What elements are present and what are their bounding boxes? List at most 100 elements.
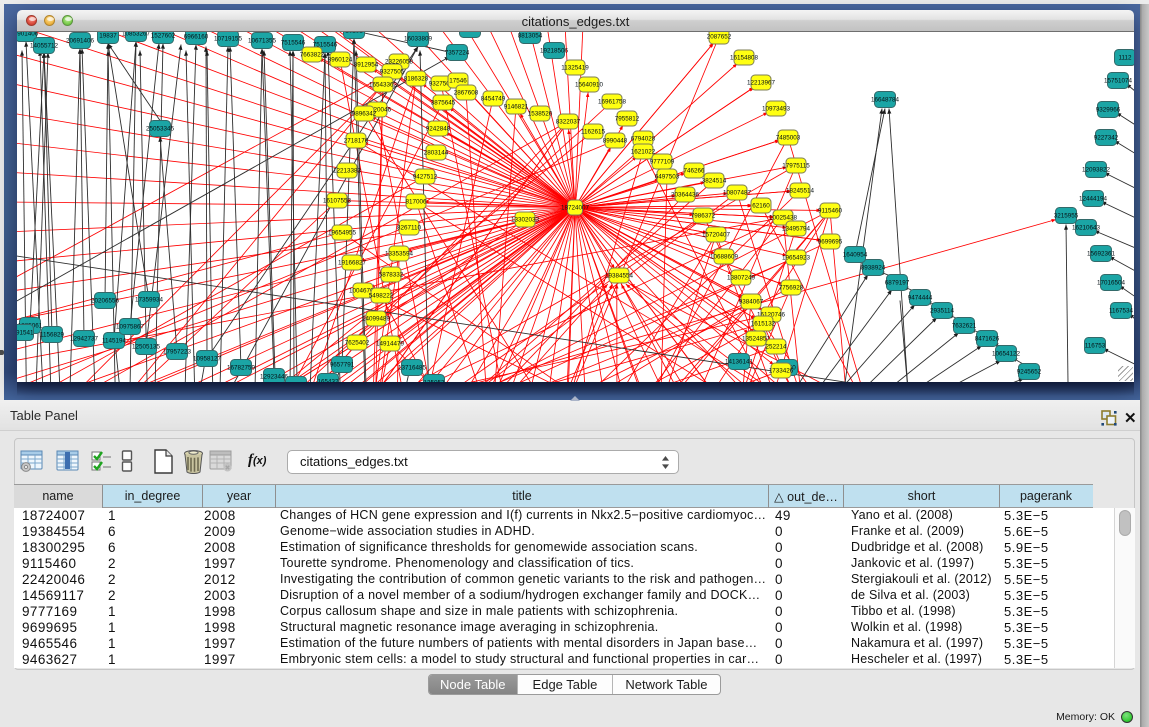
svg-text:8454749: 8454749 <box>481 96 506 103</box>
svg-text:10807487: 10807487 <box>723 190 752 197</box>
svg-text:3215955: 3215955 <box>1054 213 1079 220</box>
svg-text:14055712: 14055712 <box>30 43 59 50</box>
svg-text:7485003: 7485003 <box>776 135 801 142</box>
svg-text:19654955: 19654955 <box>328 230 357 237</box>
svg-text:12444194: 12444194 <box>1079 196 1108 203</box>
svg-text:1901406: 1901406 <box>17 32 39 38</box>
svg-text:8912954: 8912954 <box>354 62 379 69</box>
svg-text:12942737: 12942737 <box>70 336 99 343</box>
svg-text:16961758: 16961758 <box>598 99 627 106</box>
svg-text:8990448: 8990448 <box>603 138 628 145</box>
svg-text:165432: 165432 <box>317 379 339 383</box>
svg-text:16107553: 16107553 <box>323 198 352 205</box>
svg-text:9327505: 9327505 <box>380 69 405 76</box>
svg-text:252214: 252214 <box>765 344 787 351</box>
svg-text:7955812: 7955812 <box>615 116 640 123</box>
svg-text:7663822: 7663822 <box>300 52 325 59</box>
svg-text:10671355: 10671355 <box>248 38 277 45</box>
svg-text:15692361: 15692361 <box>1087 251 1116 258</box>
svg-text:7625402: 7625402 <box>345 340 370 347</box>
svg-text:7515546: 7515546 <box>281 40 306 47</box>
svg-text:116753: 116753 <box>1085 343 1106 350</box>
svg-text:10973493: 10973493 <box>762 106 791 113</box>
svg-text:5878332: 5878332 <box>379 272 404 279</box>
svg-text:6497503: 6497503 <box>655 174 680 181</box>
svg-text:12213383: 12213383 <box>333 168 362 175</box>
svg-text:2087652: 2087652 <box>707 34 732 41</box>
svg-text:125053: 125053 <box>423 380 445 383</box>
svg-text:19384554: 19384554 <box>605 273 634 280</box>
svg-text:1167534: 1167534 <box>1109 308 1134 315</box>
svg-text:7986372: 7986372 <box>691 213 716 220</box>
svg-text:11325419: 11325419 <box>561 65 589 72</box>
svg-text:8938924: 8938924 <box>861 265 886 272</box>
svg-text:8186328: 8186328 <box>404 76 429 83</box>
svg-text:10853267: 10853267 <box>122 32 151 38</box>
svg-text:1162615: 1162615 <box>581 129 606 136</box>
svg-text:92450: 92450 <box>287 382 305 383</box>
svg-text:2718176: 2718176 <box>344 138 369 145</box>
svg-text:9115460: 9115460 <box>818 208 843 215</box>
svg-text:6879197: 6879197 <box>885 280 910 287</box>
svg-text:9777109: 9777109 <box>650 159 675 166</box>
svg-text:17546: 17546 <box>449 78 467 85</box>
svg-text:6794028: 6794028 <box>631 136 656 143</box>
svg-text:3824514: 3824514 <box>702 178 727 185</box>
svg-text:19837: 19837 <box>99 33 117 40</box>
svg-text:18724007: 18724007 <box>561 205 590 212</box>
svg-text:13495794: 13495794 <box>782 226 811 233</box>
svg-text:9896342: 9896342 <box>352 111 377 118</box>
svg-text:13807249: 13807249 <box>727 275 756 282</box>
svg-text:2935114: 2935114 <box>930 308 955 315</box>
svg-text:19654923: 19654923 <box>782 255 811 262</box>
svg-text:7756928: 7756928 <box>779 285 804 292</box>
svg-text:15720407: 15720407 <box>702 232 731 239</box>
svg-text:10975867: 10975867 <box>116 324 145 331</box>
svg-text:20206556: 20206556 <box>91 298 120 305</box>
svg-text:12213967: 12213967 <box>747 80 776 87</box>
svg-text:17957223: 17957223 <box>163 349 192 356</box>
svg-text:9699695: 9699695 <box>818 239 843 246</box>
svg-text:1640954: 1640954 <box>843 252 868 259</box>
svg-text:13302033: 13302033 <box>511 217 540 224</box>
svg-text:19166827: 19166827 <box>338 260 367 267</box>
svg-text:7632621: 7632621 <box>952 323 977 330</box>
svg-text:391541: 391541 <box>17 330 34 337</box>
svg-text:16210643: 16210643 <box>1072 225 1101 232</box>
svg-text:6966160: 6966160 <box>184 34 209 41</box>
svg-text:13716485: 13716485 <box>398 365 427 372</box>
svg-text:8471626: 8471626 <box>975 336 1000 343</box>
svg-text:8960124: 8960124 <box>328 57 353 64</box>
svg-text:15640910: 15640910 <box>575 82 604 89</box>
svg-text:8267110: 8267110 <box>397 225 422 232</box>
svg-text:8813054: 8813054 <box>518 33 543 40</box>
svg-text:9329966: 9329966 <box>1096 107 1121 114</box>
svg-text:17359934: 17359934 <box>135 297 164 304</box>
svg-text:9245652: 9245652 <box>1017 369 1042 376</box>
svg-text:20364436: 20364436 <box>671 192 700 199</box>
svg-text:3875645: 3875645 <box>431 100 456 107</box>
svg-text:7357224: 7357224 <box>445 50 470 57</box>
svg-text:12505135: 12505135 <box>132 344 161 351</box>
svg-text:5498222: 5498222 <box>369 293 394 300</box>
svg-text:9242848: 9242848 <box>426 126 451 133</box>
svg-text:817006: 817006 <box>405 199 427 206</box>
svg-text:9427512: 9427512 <box>413 174 438 181</box>
svg-text:16648784: 16648784 <box>871 97 900 104</box>
svg-text:10025438: 10025438 <box>769 215 798 222</box>
svg-text:9146821: 9146821 <box>504 104 529 111</box>
svg-text:17975115: 17975115 <box>782 163 810 170</box>
svg-text:10654122: 10654122 <box>992 351 1021 358</box>
svg-text:1156829: 1156829 <box>40 332 65 339</box>
svg-text:1538520: 1538520 <box>528 111 553 118</box>
svg-text:9657791: 9657791 <box>330 362 355 369</box>
svg-text:16782759: 16782759 <box>227 365 256 372</box>
svg-text:746266: 746266 <box>683 168 705 175</box>
svg-text:9227342: 9227342 <box>1094 135 1119 142</box>
svg-text:10958127: 10958127 <box>193 356 222 363</box>
svg-text:62160: 62160 <box>752 203 770 210</box>
svg-text:19218506: 19218506 <box>540 48 569 55</box>
svg-text:12923446: 12923446 <box>260 374 289 381</box>
svg-text:16543362: 16543362 <box>369 82 398 89</box>
svg-text:14099489: 14099489 <box>362 316 391 323</box>
